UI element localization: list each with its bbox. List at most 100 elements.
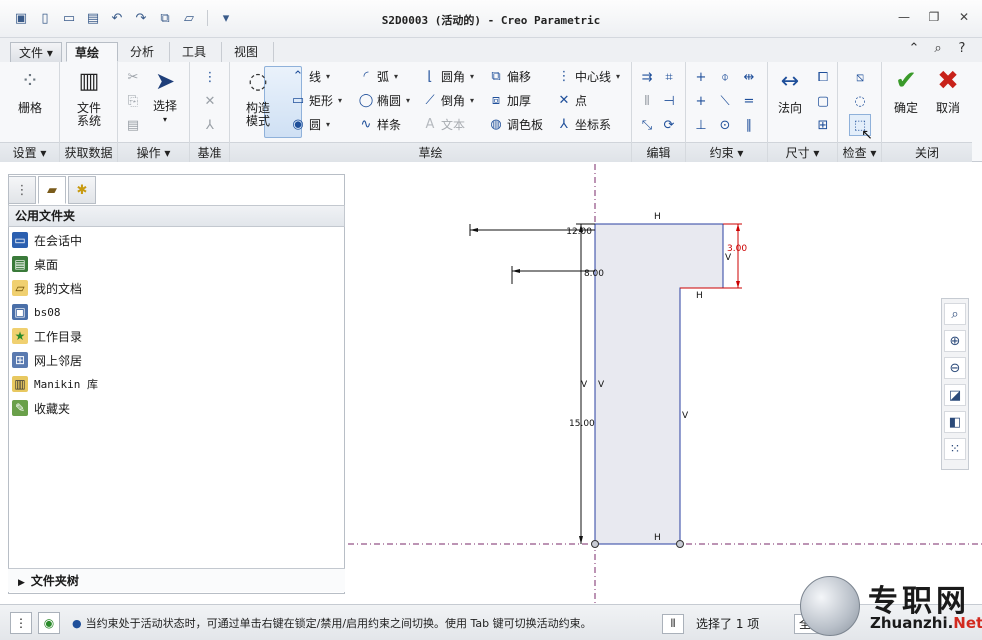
close-icon[interactable]: ✕ [956, 10, 972, 24]
group-dimension-label: 尺寸 ▾ [768, 142, 837, 162]
corner-icon[interactable]: ⊣ [660, 92, 678, 110]
circle-button[interactable]: ◉ 圆 ▾ [290, 114, 330, 134]
constraint-v-right[interactable]: V [725, 253, 732, 263]
folder-item-my-documents[interactable]: ▱ 我的文档 [12, 276, 342, 300]
tab-sketch[interactable]: 草绘 [66, 42, 118, 62]
file-system-button[interactable]: ▥ 文件 系统 [67, 66, 111, 128]
constraint-v-left-b[interactable]: V [598, 380, 605, 390]
symmetric-constraint-icon[interactable]: ⇹ [740, 68, 758, 86]
construction-mode-button[interactable]: ◌ 构造 模式 [236, 66, 280, 128]
centerline-button[interactable]: ⋮ 中心线 ▾ [556, 66, 621, 86]
constraint-h-step[interactable]: H [696, 291, 703, 301]
search-icon[interactable]: ⌕ [930, 40, 946, 56]
parallel-constraint-icon[interactable]: ∥ [740, 116, 758, 134]
constraint-h-bottom[interactable]: H [654, 533, 661, 543]
normal-dimension-button[interactable]: ↔ 法向 [770, 66, 810, 115]
restore-icon[interactable]: ❐ [926, 10, 942, 24]
datum-csys-icon[interactable]: ⅄ [201, 116, 219, 134]
overlapping-geometry-icon[interactable]: ⧅ [851, 68, 869, 86]
mirror-icon[interactable]: ⫴ [638, 92, 656, 110]
ellipse-button[interactable]: ◯ 椭圆 ▾ [358, 90, 410, 110]
copy-icon[interactable]: ⎘ [124, 92, 142, 110]
favorites-tab-icon[interactable]: ✱ [68, 176, 96, 204]
collapse-ribbon-icon[interactable]: ⌃ [906, 40, 922, 56]
ellipse-icon: ◯ [358, 92, 374, 108]
tab-analysis[interactable]: 分析 [122, 42, 170, 62]
coordinate-system-button[interactable]: ⅄ 坐标系 [556, 114, 611, 134]
thicken-button[interactable]: ⧈ 加厚 [488, 90, 531, 110]
zoom-in-icon[interactable]: ⊕ [944, 330, 966, 352]
vertex-bottom-right[interactable] [676, 540, 684, 548]
model-tree-tab-icon[interactable]: ⋮ [8, 176, 36, 204]
text-button[interactable]: A 文本 [422, 114, 465, 134]
tab-file[interactable]: 文件 ▾ [10, 42, 62, 62]
constraint-v-left-a[interactable]: V [581, 380, 588, 390]
ellipse-label: 椭圆 [377, 93, 402, 108]
rectangle-button[interactable]: ▭ 矩形 ▾ [290, 90, 342, 110]
closed-loop-region[interactable] [594, 223, 724, 545]
coincident-constraint-icon[interactable]: ⊙ [716, 116, 734, 134]
highlight-open-ends-icon[interactable]: ◌ [851, 92, 869, 110]
equal-constraint-icon[interactable]: = [740, 92, 758, 110]
refit-icon[interactable]: ⌕ [944, 303, 966, 325]
folder-tree-toggle[interactable]: ▶ 文件夹树 [8, 568, 345, 592]
delete-segment-icon[interactable]: ⤡ [638, 116, 656, 134]
show-navigator-icon[interactable]: ⋮ [10, 612, 32, 634]
vertical-constraint-icon[interactable]: + [692, 68, 710, 86]
folder-item-favorites[interactable]: ✎ 收藏夹 [12, 396, 342, 420]
datum-centerline-icon[interactable]: ⋮ [201, 68, 219, 86]
cut-icon[interactable]: ✂ [124, 68, 142, 86]
display-style-icon[interactable]: ◧ [944, 411, 966, 433]
arc-button[interactable]: ◜ 弧 ▾ [358, 66, 398, 86]
window-title: S2D0003 (活动的) - Creo Parametric [381, 14, 601, 27]
line-button[interactable]: ⌃ 线 ▾ [290, 66, 330, 86]
palette-button[interactable]: ◍ 调色板 [488, 114, 543, 134]
folder-item-in-session[interactable]: ▭ 在会话中 [12, 228, 342, 252]
perpendicular-constraint-icon[interactable]: ⊥ [692, 116, 710, 134]
minimize-icon[interactable]: — [896, 10, 912, 24]
selection-filter-icon[interactable]: ⫴ [662, 614, 684, 634]
vertex-bottom-left[interactable] [591, 540, 599, 548]
fillet-button[interactable]: ⌊ 圆角 ▾ [422, 66, 474, 86]
spline-button[interactable]: ∿ 样条 [358, 114, 401, 134]
datum-point-icon[interactable]: ✕ [201, 92, 219, 110]
select-arrow-icon: ➤ [154, 66, 176, 95]
horizontal-constraint-icon[interactable]: + [692, 92, 710, 110]
repaint-icon[interactable]: ◪ [944, 384, 966, 406]
constraint-v-inner[interactable]: V [682, 411, 689, 421]
divide-icon[interactable]: ⌗ [660, 68, 678, 86]
modify-icon[interactable]: ⇉ [638, 68, 656, 86]
zoom-out-icon[interactable]: ⊖ [944, 357, 966, 379]
help-icon[interactable]: ? [954, 40, 970, 56]
title-bar: ▣ ▯ ▭ ▤ ↶ ↷ ⧉ ▱ ▾ S2D0003 (活动的) - Creo P… [0, 0, 982, 38]
rotate-resize-icon[interactable]: ⟳ [660, 116, 678, 134]
show-browser-icon[interactable]: ◉ [38, 612, 60, 634]
offset-button[interactable]: ⧉ 偏移 [488, 66, 531, 86]
ok-button[interactable]: ✔ 确定 [886, 66, 926, 115]
tangent-constraint-icon[interactable]: ⌽ [716, 68, 734, 86]
folder-item-desktop[interactable]: ▤ 桌面 [12, 252, 342, 276]
constraint-h-top[interactable]: H [654, 212, 661, 222]
tab-view[interactable]: 视图 [226, 42, 274, 62]
cancel-button[interactable]: ✖ 取消 [928, 66, 968, 115]
sketch-canvas[interactable]: 12.00 8.00 3.00 15.00 H H V V V V H [348, 164, 982, 604]
folder-item-working-directory[interactable]: ★ 工作目录 [12, 324, 342, 348]
midpoint-constraint-icon[interactable]: ⟍ [716, 92, 734, 110]
dim-step-value[interactable]: 8.00 [584, 269, 604, 279]
point-button[interactable]: ✕ 点 [556, 90, 587, 110]
perimeter-icon[interactable]: ⧠ [814, 68, 832, 86]
dim-height-value[interactable]: 15.00 [569, 419, 595, 429]
baseline-icon[interactable]: ⊞ [814, 116, 832, 134]
folder-item-network[interactable]: ⊞ 网上邻居 [12, 348, 342, 372]
tab-file-label: 文件 [19, 46, 44, 60]
sketch-display-icon[interactable]: ⁙ [944, 438, 966, 460]
chamfer-button[interactable]: ⟋ 倒角 ▾ [422, 90, 474, 110]
folder-list: ▭ 在会话中 ▤ 桌面 ▱ 我的文档 ▣ bs08 ★ 工作目录 ⊞ 网上邻居 ▥ Manik… [12, 228, 342, 420]
folder-item-bs08[interactable]: ▣ bs08 [12, 300, 342, 324]
folder-item-manikin-library[interactable]: ▥ Manikin 库 [12, 372, 342, 396]
paste-icon[interactable]: ▤ [124, 116, 142, 134]
folder-browser-tab-icon[interactable]: ▰ [38, 176, 66, 204]
reference-dimension-icon[interactable]: ▢ [814, 92, 832, 110]
tab-tools[interactable]: 工具 [174, 42, 222, 62]
grid-button[interactable]: ⁘ 栅格 [8, 66, 52, 115]
